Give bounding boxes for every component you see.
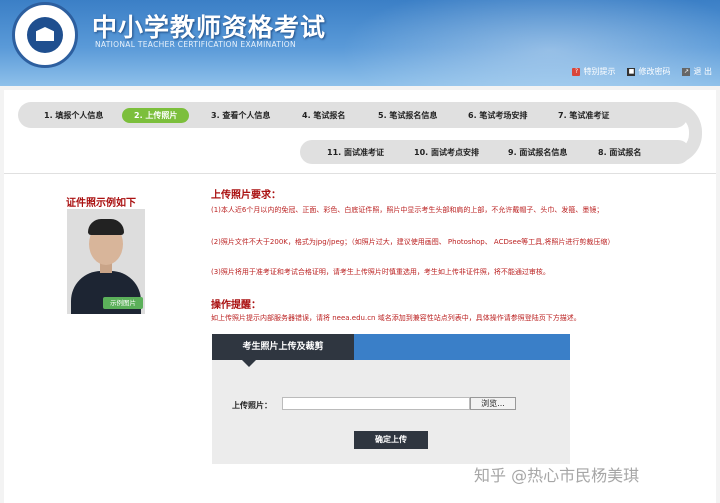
- requirements-title: 上传照片要求：: [211, 190, 281, 201]
- step-written-info[interactable]: 5. 笔试报名信息: [378, 110, 437, 121]
- step-written-ticket[interactable]: 7. 笔试准考证: [558, 110, 609, 121]
- help-icon: ?: [572, 67, 581, 76]
- step-view-info[interactable]: 3. 查看个人信息: [211, 110, 270, 121]
- step-interview-info[interactable]: 9. 面试报名信息: [508, 147, 567, 158]
- step-written-room[interactable]: 6. 笔试考场安排: [468, 110, 527, 121]
- watermark: 知乎 @热心市民杨美琪: [474, 466, 640, 485]
- requirement-3: (3)照片将用于准考证和考试合格证明，请考生上传照片时慎重选用，考生如上传非证件…: [211, 268, 550, 276]
- upload-field-label: 上传照片：: [232, 401, 272, 410]
- step-interview-site[interactable]: 10. 面试考点安排: [414, 147, 479, 158]
- browse-button[interactable]: 浏览...: [470, 397, 516, 410]
- site-subtitle: NATIONAL TEACHER CERTIFICATION EXAMINATI…: [95, 40, 296, 49]
- special-notice-label: 特别提示: [583, 67, 616, 76]
- upload-panel-title: 考生照片上传及裁剪: [212, 334, 354, 367]
- site-header: 中小学教师资格考试 NATIONAL TEACHER CERTIFICATION…: [0, 0, 720, 86]
- step-interview-register[interactable]: 8. 面试报名: [598, 147, 641, 158]
- requirement-1: (1)本人近6个月以内的免冠、正面、彩色、白底证件照，照片中显示考生头部和肩的上…: [211, 206, 604, 214]
- sample-badge: 示例图片: [103, 297, 143, 309]
- file-path-input[interactable]: [282, 397, 470, 410]
- logout-icon: ↗: [682, 67, 691, 76]
- special-notice-link[interactable]: ? 特别提示: [572, 66, 615, 77]
- change-password-label: 修改密码: [638, 67, 671, 76]
- confirm-upload-button[interactable]: 确定上传: [354, 431, 428, 449]
- password-icon: ■: [627, 67, 636, 76]
- step-written-register[interactable]: 4. 笔试报名: [302, 110, 345, 121]
- change-password-link[interactable]: ■ 修改密码: [627, 66, 670, 77]
- step-fill-info[interactable]: 1. 填报个人信息: [44, 110, 103, 121]
- tips-title: 操作提醒：: [211, 300, 261, 311]
- step-upload-photo[interactable]: 2. 上传照片: [122, 108, 190, 123]
- logout-label: 退 出: [693, 67, 712, 76]
- logout-link[interactable]: ↗ 退 出: [682, 66, 712, 77]
- step-interview-ticket[interactable]: 11. 面试准考证: [327, 147, 384, 158]
- site-logo: [12, 2, 78, 68]
- requirement-2: (2)照片文件不大于200K，格式为jpg/jpeg；（如照片过大，建议使用画图…: [211, 238, 615, 246]
- tips-text: 如上传照片提示内部服务器错误，请将 neea.edu.cn 域名添加到兼容性站点…: [211, 314, 581, 322]
- sample-photo: 示例图片: [67, 209, 145, 314]
- top-links: ? 特别提示 ■ 修改密码 ↗ 退 出: [572, 66, 712, 77]
- divider: [4, 173, 716, 174]
- sample-photo-title: 证件照示例如下: [66, 198, 136, 209]
- site-title: 中小学教师资格考试: [92, 13, 327, 42]
